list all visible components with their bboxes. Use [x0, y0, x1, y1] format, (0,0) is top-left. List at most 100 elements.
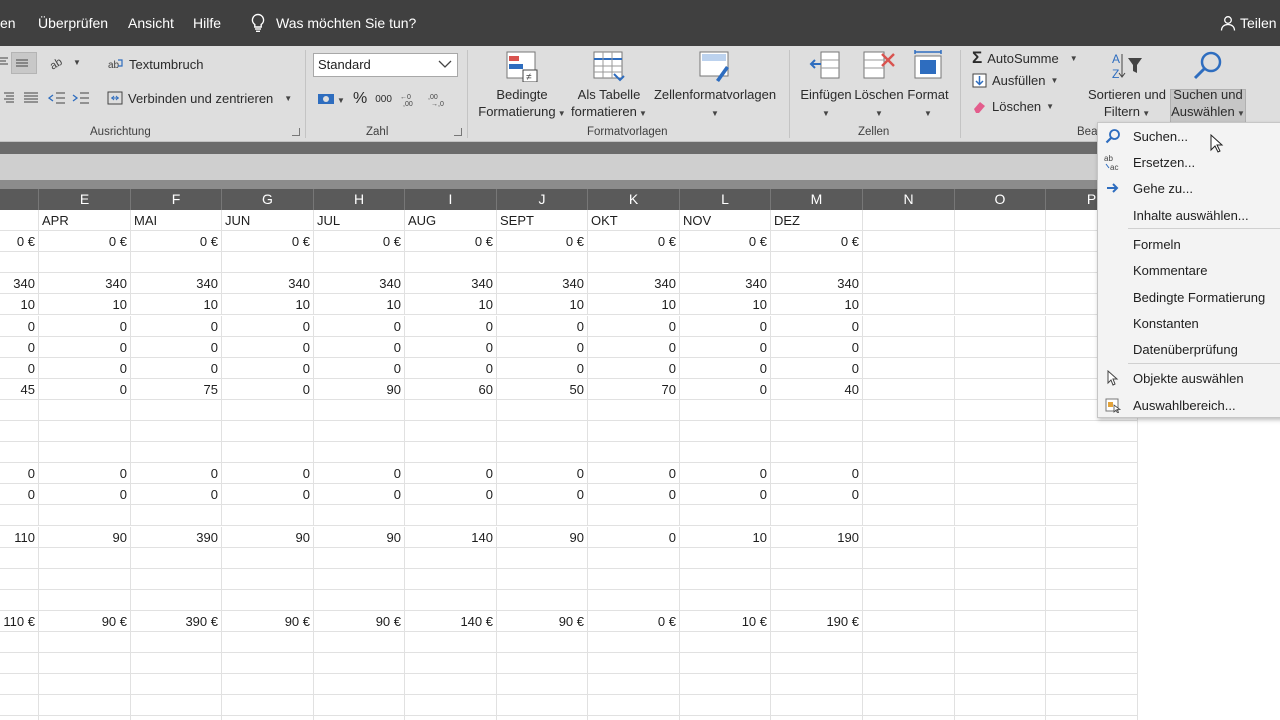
grid-cell[interactable]: 0 € — [131, 231, 222, 253]
grid-cell[interactable]: 0 — [588, 336, 680, 358]
grid-cell[interactable]: 10 — [0, 294, 39, 316]
grid-cell[interactable] — [405, 632, 497, 653]
grid-cell[interactable] — [405, 547, 497, 569]
grid-cell[interactable] — [680, 568, 771, 590]
grid-cell[interactable] — [131, 716, 222, 720]
sort-filter-button[interactable]: A Z Sortieren und Filtern ▼ — [1086, 50, 1168, 122]
grid-cell[interactable] — [771, 716, 863, 720]
grid-cell[interactable] — [314, 589, 405, 611]
grid-cell[interactable]: 10 — [222, 294, 314, 316]
grid-cell[interactable] — [405, 716, 497, 720]
column-header-n[interactable]: N — [863, 189, 955, 210]
grid-cell[interactable] — [955, 526, 1046, 548]
grid-cell[interactable] — [131, 695, 222, 717]
grid-cell[interactable] — [771, 505, 863, 527]
grid-cell[interactable] — [1046, 632, 1138, 653]
grid-cell[interactable]: 140 — [405, 526, 497, 548]
grid-cell[interactable]: 90 — [39, 526, 131, 548]
grid-cell[interactable]: 0 — [680, 463, 771, 485]
grid-cell[interactable] — [863, 547, 955, 569]
grid-cell[interactable] — [863, 378, 955, 400]
insert-cells-button[interactable]: Einfügen ▼ — [800, 50, 852, 122]
grid-cell[interactable]: 90 — [314, 378, 405, 400]
grid-cell[interactable] — [771, 421, 863, 442]
grid-cell[interactable] — [680, 505, 771, 527]
grid-cell[interactable] — [0, 674, 39, 696]
grid-cell[interactable]: 0 — [39, 463, 131, 485]
grid-cell[interactable]: 390 — [131, 526, 222, 548]
grid-cell[interactable]: 0 — [39, 336, 131, 358]
grid-cell[interactable]: 0 € — [588, 231, 680, 253]
grid-cell[interactable] — [588, 442, 680, 464]
grid-cell[interactable]: 0 — [497, 357, 588, 379]
grid-cell[interactable] — [863, 336, 955, 358]
grid-cell[interactable]: 0 — [222, 484, 314, 506]
grid-cell[interactable]: 10 — [314, 294, 405, 316]
grid-cell[interactable]: 10 € — [680, 610, 771, 632]
grid-cell[interactable] — [588, 399, 680, 421]
format-cells-button[interactable]: Format ▼ — [904, 50, 952, 122]
menu-tab-help[interactable]: Hilfe — [193, 15, 221, 31]
grid-cell[interactable]: 0 € — [222, 231, 314, 253]
grid-cell[interactable] — [680, 589, 771, 611]
menu-tab-view[interactable]: Ansicht — [128, 15, 174, 31]
grid-cell[interactable] — [222, 547, 314, 569]
grid-cell[interactable]: 0 — [222, 315, 314, 337]
grid-cell[interactable] — [497, 442, 588, 464]
grid-cell[interactable]: 0 € — [588, 610, 680, 632]
alignment-launcher-icon[interactable] — [292, 128, 300, 136]
grid-cell[interactable] — [863, 505, 955, 527]
grid-cell[interactable]: 0 — [131, 484, 222, 506]
grid-cell[interactable]: 0 — [680, 378, 771, 400]
month-header-cell[interactable]: JUN — [222, 210, 314, 231]
grid-cell[interactable]: 0 € — [0, 231, 39, 253]
grid-cell[interactable] — [771, 632, 863, 653]
grid-cell[interactable]: 0 — [680, 357, 771, 379]
grid-cell[interactable] — [771, 442, 863, 464]
grid-cell[interactable] — [405, 421, 497, 442]
grid-cell[interactable] — [39, 653, 131, 675]
menu-item-select-special[interactable]: Inhalte auswählen... — [1098, 203, 1280, 227]
grid-cell[interactable]: 0 — [771, 463, 863, 485]
grid-cell[interactable] — [1046, 568, 1138, 590]
grid-cell[interactable] — [222, 653, 314, 675]
grid-cell[interactable]: 0 € — [314, 231, 405, 253]
grid-cell[interactable]: 0 — [0, 357, 39, 379]
grid-cell[interactable] — [863, 273, 955, 295]
align-bottom-button[interactable] — [11, 52, 37, 74]
menu-item-find[interactable]: Suchen... — [1098, 124, 1280, 148]
grid-cell[interactable] — [1046, 463, 1138, 485]
grid-cell[interactable] — [680, 653, 771, 675]
grid-cell[interactable]: 10 — [680, 526, 771, 548]
grid-cell[interactable] — [405, 589, 497, 611]
grid-cell[interactable]: 0 — [314, 357, 405, 379]
grid-cell[interactable] — [1046, 653, 1138, 675]
worksheet-grid[interactable]: EFGHIJKLMNOP APR MAI JUN JUL AUG SEPT OKT NOV DE… — [0, 189, 1280, 720]
grid-cell[interactable] — [771, 252, 863, 274]
grid-cell[interactable] — [863, 210, 955, 231]
grid-cell[interactable]: 90 — [314, 526, 405, 548]
grid-cell[interactable] — [314, 421, 405, 442]
grid-cell[interactable] — [863, 231, 955, 253]
grid-cell[interactable] — [497, 716, 588, 720]
grid-cell[interactable]: 0 — [771, 484, 863, 506]
grid-cell[interactable] — [1046, 589, 1138, 611]
grid-cell[interactable]: 10 — [680, 294, 771, 316]
increase-indent-icon[interactable] — [72, 90, 90, 106]
grid-cell[interactable]: 0 — [497, 484, 588, 506]
decrease-decimal-icon[interactable]: ,00→,0 — [428, 91, 448, 107]
grid-cell[interactable] — [955, 632, 1046, 653]
grid-cell[interactable] — [955, 294, 1046, 316]
column-header-h[interactable]: H — [314, 189, 405, 210]
grid-cell[interactable]: 0 — [497, 315, 588, 337]
grid-cell[interactable]: 0 — [131, 315, 222, 337]
grid-cell[interactable] — [680, 399, 771, 421]
menu-item-replace[interactable]: ab ac Ersetzen... — [1098, 150, 1280, 174]
grid-cell[interactable]: 0 — [680, 315, 771, 337]
grid-cell[interactable]: 0 € — [771, 231, 863, 253]
fill-button[interactable]: Ausfüllen ▼ — [972, 73, 1058, 88]
grid-cell[interactable] — [1046, 674, 1138, 696]
grid-cell[interactable] — [314, 252, 405, 274]
grid-cell[interactable]: 0 — [222, 357, 314, 379]
grid-cell[interactable] — [314, 568, 405, 590]
